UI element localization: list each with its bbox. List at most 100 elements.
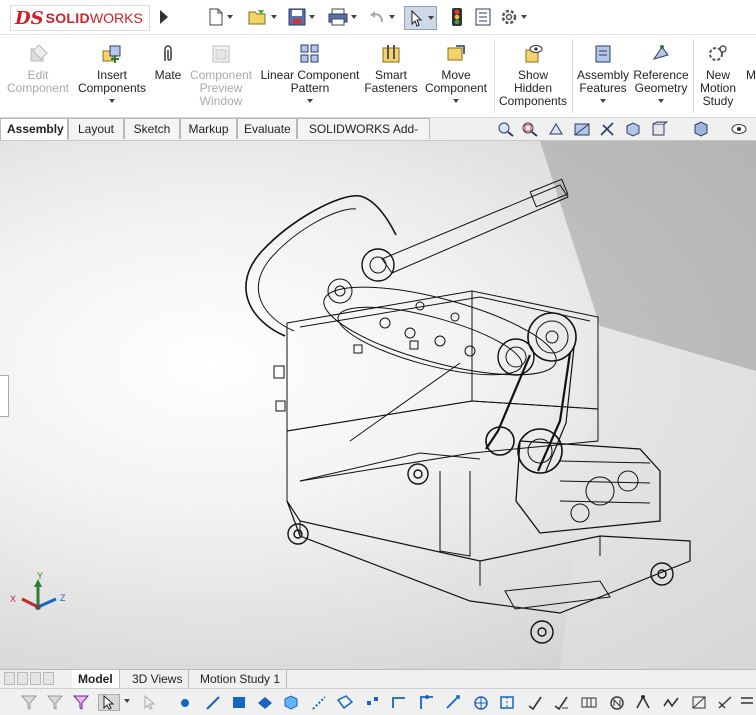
- zoom-to-area-icon[interactable]: [521, 121, 539, 137]
- filter-vertices-icon[interactable]: [176, 694, 194, 711]
- filter-edges-icon[interactable]: [72, 694, 90, 711]
- chevron-down-icon[interactable]: [600, 99, 606, 103]
- motion-study-icon: [709, 45, 727, 61]
- filter-welds-icon[interactable]: [552, 694, 570, 711]
- reference-geometry-label-2: Geometry: [634, 81, 688, 95]
- filter-icon[interactable]: [20, 694, 38, 711]
- solidworks-logo[interactable]: DS SOLID WORKS: [10, 5, 150, 31]
- filter-balloons-icon[interactable]: [634, 694, 652, 711]
- filter-surface-finish-icon[interactable]: [526, 694, 544, 711]
- select-button[interactable]: [404, 6, 437, 30]
- tab-evaluate[interactable]: Evaluate: [237, 118, 297, 139]
- ribbon-separator: [494, 39, 495, 113]
- mate-label: Mate: [154, 68, 182, 82]
- chevron-down-icon[interactable]: [124, 699, 130, 703]
- rebuild-button[interactable]: [450, 6, 464, 28]
- filter-toggle-icon[interactable]: [46, 694, 64, 711]
- filter-center-marks-icon[interactable]: [472, 694, 490, 711]
- filter-blocks-icon[interactable]: [738, 694, 756, 711]
- tab-motion-study-1[interactable]: Motion Study 1: [194, 670, 288, 688]
- filter-sketch-segments-icon[interactable]: [390, 694, 408, 711]
- file-properties-button[interactable]: [474, 6, 492, 28]
- chevron-down-icon[interactable]: [428, 16, 434, 20]
- chevron-down-icon[interactable]: [351, 15, 357, 19]
- tab-markup[interactable]: Markup: [180, 118, 237, 139]
- chevron-down-icon[interactable]: [453, 99, 459, 103]
- open-document-button[interactable]: [248, 6, 277, 28]
- filter-faces-icon[interactable]: [230, 694, 248, 711]
- options-button[interactable]: [500, 6, 527, 28]
- tab-layout[interactable]: Layout: [68, 118, 124, 139]
- feature-manager-panel-handle[interactable]: [0, 375, 9, 417]
- chevron-down-icon[interactable]: [271, 15, 277, 19]
- motion-study-label-3: Study: [702, 94, 734, 108]
- tab-assembly[interactable]: Assembly: [0, 118, 68, 140]
- save-button[interactable]: [288, 6, 315, 28]
- move-component-button[interactable]: Move Component: [422, 37, 490, 115]
- filter-solid-bodies-icon[interactable]: [282, 694, 300, 711]
- show-hidden-components-button[interactable]: Show Hidden Components: [498, 37, 568, 115]
- hide-show-items-icon[interactable]: [692, 121, 710, 137]
- left-pulley: [327, 278, 353, 304]
- view-settings-icon[interactable]: [730, 121, 748, 137]
- filter-gtol-icon[interactable]: [580, 694, 598, 711]
- select-tool-button[interactable]: [98, 694, 120, 711]
- filter-notes-icon[interactable]: [608, 694, 626, 711]
- insert-components-button[interactable]: Insert Components: [76, 37, 148, 115]
- filter-centerlines-icon[interactable]: [498, 694, 516, 711]
- first-tab-icon[interactable]: [4, 672, 15, 685]
- view-orientation-icon[interactable]: [624, 121, 642, 137]
- chevron-down-icon[interactable]: [309, 15, 315, 19]
- tab-sketch[interactable]: Sketch: [124, 118, 180, 139]
- filter-planes-icon[interactable]: [336, 694, 354, 711]
- chevron-down-icon[interactable]: [658, 99, 664, 103]
- previous-tab-icon[interactable]: [17, 672, 28, 685]
- menu-expand-arrow-icon[interactable]: [160, 10, 168, 24]
- filter-dimensions-icon[interactable]: [444, 694, 462, 711]
- assembly-features-button[interactable]: Assembly Features: [576, 37, 630, 115]
- edit-component-label-2: Component: [6, 81, 70, 95]
- zoom-to-fit-icon[interactable]: [497, 121, 515, 137]
- last-tab-icon[interactable]: [43, 672, 54, 685]
- filter-sketch-points-icon[interactable]: [364, 694, 382, 711]
- truncated-ribbon-button[interactable]: M: [746, 37, 756, 115]
- logo-solid-text: SOLID: [45, 10, 90, 26]
- chevron-down-icon[interactable]: [307, 99, 313, 103]
- print-button[interactable]: [328, 6, 357, 28]
- undo-button[interactable]: [368, 6, 395, 28]
- tab-model[interactable]: Model: [72, 670, 120, 688]
- previous-view-icon[interactable]: [547, 121, 565, 137]
- dynamic-annotation-icon[interactable]: [599, 121, 617, 137]
- mate-button[interactable]: Mate: [152, 37, 184, 115]
- next-tab-icon[interactable]: [30, 672, 41, 685]
- edit-component-button[interactable]: Edit Component: [4, 37, 72, 115]
- tab-solidworks-add-ins[interactable]: SOLIDWORKS Add-Ins: [297, 118, 430, 157]
- filter-datum-targets-icon[interactable]: [690, 694, 708, 711]
- reference-geometry-button[interactable]: Reference Geometry: [632, 37, 690, 115]
- move-component-label-2: Component: [424, 81, 488, 95]
- selection-filter-toolbar: [0, 688, 756, 715]
- smart-fasteners-icon: [382, 45, 400, 63]
- chevron-down-icon[interactable]: [227, 15, 233, 19]
- new-document-button[interactable]: [208, 6, 233, 28]
- linear-component-pattern-button[interactable]: Linear Component Pattern: [258, 37, 362, 115]
- bottom-tabs-bar: Model 3D Views Motion Study 1: [0, 669, 756, 689]
- filter-midpoints-icon[interactable]: [418, 694, 436, 711]
- chevron-down-icon[interactable]: [389, 15, 395, 19]
- graphics-viewport[interactable]: Y X Z: [0, 141, 756, 669]
- new-motion-study-button[interactable]: New Motion Study: [696, 37, 740, 115]
- filter-lines-icon[interactable]: [204, 694, 222, 711]
- display-style-icon[interactable]: [650, 121, 668, 137]
- component-preview-window-button[interactable]: Component Preview Window: [188, 37, 254, 115]
- truncated-ribbon-label: M: [746, 68, 756, 82]
- chevron-down-icon[interactable]: [521, 15, 527, 19]
- filter-cosmetic-threads-icon[interactable]: [716, 694, 734, 711]
- section-view-icon[interactable]: [573, 121, 591, 137]
- filter-datum-features-icon[interactable]: [662, 694, 680, 711]
- filter-surfaces-icon[interactable]: [256, 694, 274, 711]
- select-other-icon[interactable]: [140, 694, 158, 711]
- smart-fasteners-button[interactable]: Smart Fasteners: [364, 37, 418, 115]
- tab-3d-views[interactable]: 3D Views: [126, 670, 190, 688]
- chevron-down-icon[interactable]: [109, 99, 115, 103]
- filter-axes-icon[interactable]: [310, 694, 328, 711]
